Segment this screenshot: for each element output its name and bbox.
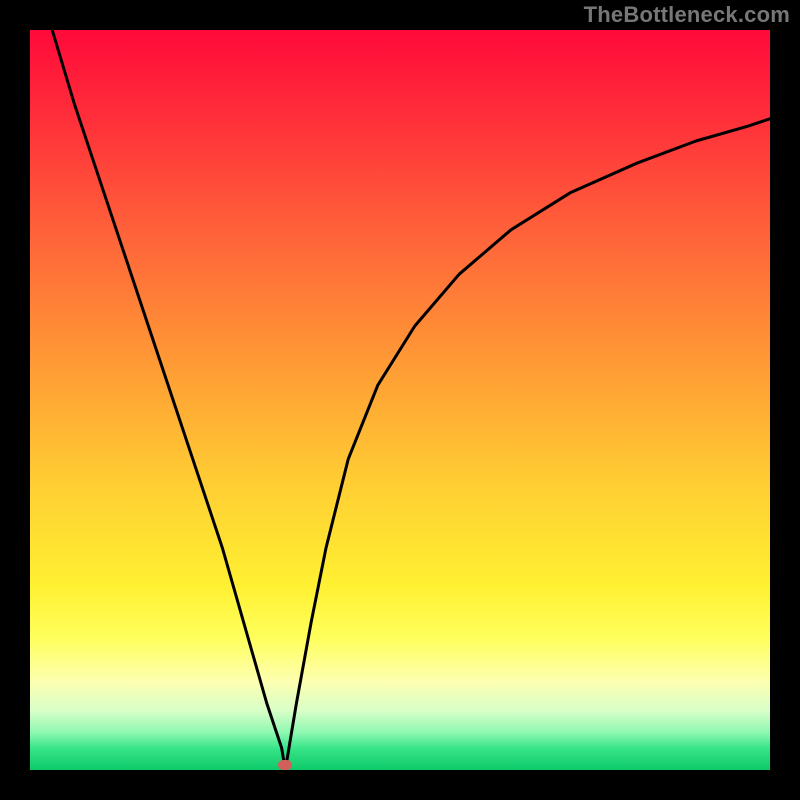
- plot-area: [30, 30, 770, 770]
- watermark-text: TheBottleneck.com: [584, 2, 790, 28]
- bottleneck-curve: [30, 30, 770, 770]
- minimum-marker: [278, 760, 292, 770]
- chart-frame: TheBottleneck.com: [0, 0, 800, 800]
